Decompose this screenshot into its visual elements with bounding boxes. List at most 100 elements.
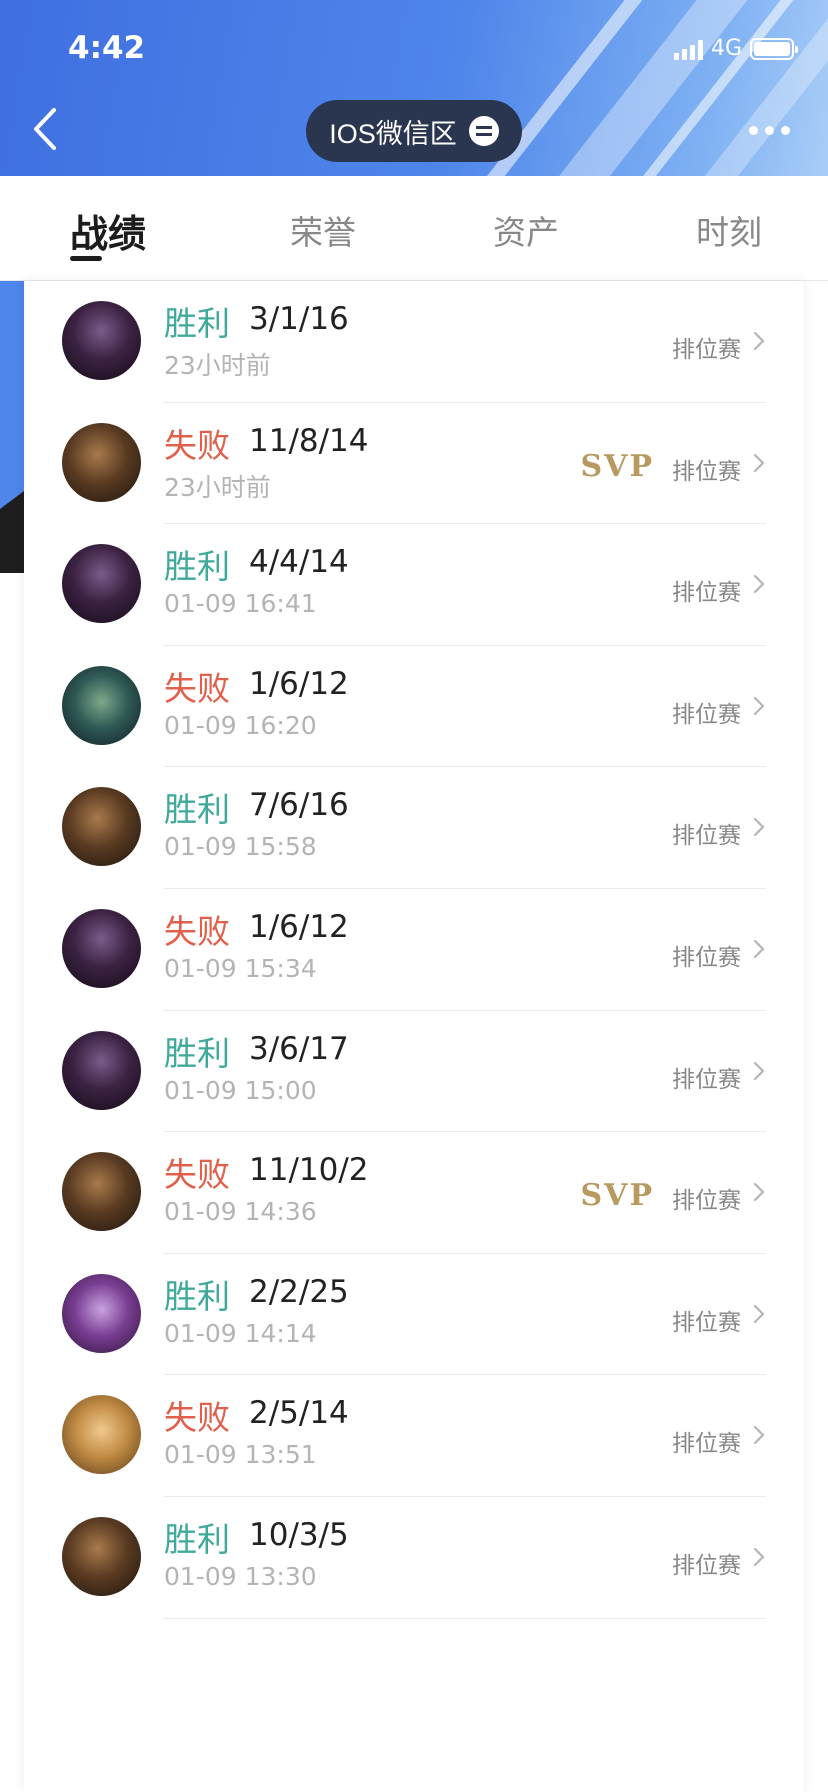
match-kda: 2/5/14 [249, 1395, 349, 1432]
match-row[interactable]: 胜利 4/4/14 01-09 16:41 排位赛 [24, 524, 804, 646]
match-time: 01-09 14:36 [164, 1197, 317, 1227]
chevron-right-icon [753, 1061, 765, 1080]
match-kda: 11/10/2 [249, 1152, 369, 1189]
match-mode: 排位赛 [672, 457, 741, 484]
match-kda: 3/6/17 [249, 1030, 349, 1067]
tab-moments[interactable]: 时刻 [696, 206, 762, 254]
signal-icon [673, 38, 703, 60]
more-dot-icon [765, 126, 774, 135]
svp-badge: SVP [580, 1178, 654, 1214]
match-result: 失败 [164, 1156, 230, 1194]
header-bar: 4:42 4G IOS微信区 [0, 0, 828, 176]
match-result: 胜利 [164, 1521, 230, 1558]
match-list: 胜利 3/1/16 23小时前 排位赛 失败 11/8/14 23小时前 SVP… [24, 281, 804, 1792]
match-result: 胜利 [164, 1277, 230, 1315]
chevron-right-icon [753, 696, 765, 715]
hero-avatar [62, 1395, 141, 1475]
tab-honor[interactable]: 荣誉 [290, 206, 356, 254]
match-time: 01-09 16:20 [164, 710, 317, 740]
back-icon [34, 108, 56, 150]
tab-bar: 战绩 荣誉 资产 时刻 [0, 176, 828, 281]
match-time: 01-09 15:34 [164, 954, 317, 983]
swap-icon [468, 116, 499, 146]
match-mode: 排位赛 [672, 944, 741, 970]
match-mode: 排位赛 [672, 336, 741, 362]
chevron-right-icon [753, 331, 765, 351]
match-kda: 7/6/16 [249, 787, 349, 824]
status-indicators: 4G [673, 36, 798, 61]
hero-avatar [62, 544, 141, 624]
match-time: 23小时前 [164, 472, 271, 502]
battery-icon [750, 37, 798, 60]
match-row[interactable]: 失败 1/6/12 01-09 15:34 排位赛 [24, 889, 804, 1011]
more-button[interactable] [749, 126, 790, 135]
match-mode: 排位赛 [672, 579, 741, 606]
match-kda: 1/6/12 [249, 665, 349, 702]
match-row[interactable]: 胜利 2/2/25 01-09 14:14 排位赛 [24, 1254, 804, 1376]
match-kda: 3/1/16 [249, 301, 349, 337]
chevron-right-icon [753, 939, 765, 959]
match-row[interactable]: 失败 1/6/12 01-09 16:20 排位赛 [24, 646, 804, 768]
hero-avatar [62, 787, 141, 867]
hero-avatar [62, 909, 141, 988]
match-result: 失败 [164, 913, 230, 950]
match-kda: 2/2/25 [249, 1273, 349, 1310]
match-time: 01-09 16:41 [164, 589, 317, 619]
match-row[interactable]: 胜利 7/6/16 01-09 15:58 排位赛 [24, 767, 804, 889]
chevron-right-icon [753, 1547, 765, 1567]
region-switch-button[interactable]: IOS微信区 [306, 100, 522, 162]
match-row[interactable]: 失败 2/5/14 01-09 13:51 排位赛 [24, 1375, 804, 1497]
hero-avatar [62, 1030, 141, 1110]
match-row[interactable]: 胜利 10/3/5 01-09 13:30 排位赛 [24, 1497, 804, 1619]
match-mode: 排位赛 [672, 1065, 741, 1092]
match-row[interactable]: 失败 11/8/14 23小时前 SVP 排位赛 [24, 403, 804, 525]
match-result: 胜利 [164, 791, 230, 829]
match-result: 失败 [164, 426, 230, 464]
match-mode: 排位赛 [672, 700, 741, 727]
network-label: 4G [710, 36, 742, 61]
match-kda: 10/3/5 [249, 1517, 349, 1553]
match-mode: 排位赛 [672, 1187, 741, 1214]
tab-assets[interactable]: 资产 [493, 206, 559, 254]
more-dot-icon [781, 126, 790, 135]
match-time: 01-09 15:00 [164, 1075, 317, 1105]
hero-avatar [62, 422, 141, 502]
hero-avatar [62, 1517, 141, 1596]
match-mode: 排位赛 [672, 1430, 741, 1457]
row-divider [164, 1617, 766, 1619]
match-time: 01-09 14:14 [164, 1318, 317, 1348]
match-time: 01-09 13:30 [164, 1562, 317, 1591]
match-time: 01-09 15:58 [164, 832, 317, 862]
chevron-right-icon [753, 1304, 765, 1323]
match-result: 胜利 [164, 1034, 230, 1072]
hero-avatar [62, 665, 141, 745]
tab-active-indicator [70, 256, 102, 261]
hero-avatar [62, 1273, 141, 1353]
background-accent-dark [0, 491, 24, 573]
match-result: 胜利 [164, 548, 230, 586]
match-mode: 排位赛 [672, 1552, 741, 1578]
background-accent [0, 281, 24, 491]
match-row[interactable]: 失败 11/10/2 01-09 14:36 SVP 排位赛 [24, 1132, 804, 1254]
match-time: 23小时前 [164, 351, 271, 380]
back-button[interactable] [26, 104, 66, 154]
region-label: IOS微信区 [329, 118, 457, 149]
more-dot-icon [749, 126, 758, 135]
chevron-right-icon [753, 1426, 765, 1445]
chevron-right-icon [753, 1183, 765, 1202]
match-row[interactable]: 胜利 3/6/17 01-09 15:00 排位赛 [24, 1011, 804, 1133]
hero-avatar [62, 301, 141, 380]
match-kda: 11/8/14 [249, 422, 369, 459]
match-kda: 1/6/12 [249, 909, 349, 945]
match-row[interactable]: 胜利 3/1/16 23小时前 排位赛 [24, 281, 804, 403]
chevron-right-icon [753, 818, 765, 837]
match-mode: 排位赛 [672, 822, 741, 849]
status-time: 4:42 [68, 30, 146, 66]
match-result: 失败 [164, 1399, 230, 1437]
chevron-right-icon [753, 453, 765, 472]
tab-record[interactable]: 战绩 [70, 203, 146, 258]
match-result: 失败 [164, 669, 230, 707]
hero-avatar [62, 1152, 141, 1232]
match-time: 01-09 13:51 [164, 1440, 317, 1470]
svp-badge: SVP [580, 448, 654, 484]
